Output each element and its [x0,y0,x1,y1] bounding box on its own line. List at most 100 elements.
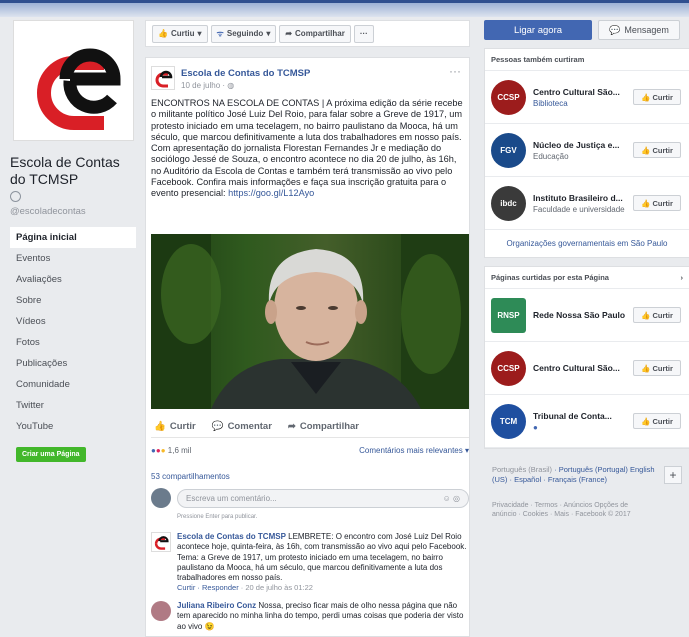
comment-input[interactable]: Escreva um comentário... ☺ ◎ [177,488,469,508]
thumbs-up-icon: 👍 [641,198,651,208]
create-page-button[interactable]: Criar uma Página [16,447,86,462]
post-date: 10 de julho · ◍ [181,81,310,90]
avatar[interactable] [151,601,171,621]
right-column: Ligar agora 💬 Mensagem Pessoas também cur… [484,20,689,519]
nav-item-community[interactable]: Comunidade [10,374,136,395]
nav-item-about[interactable]: Sobre [10,290,136,311]
post-options-icon[interactable]: ··· [449,64,461,78]
comment-author[interactable]: Juliana Ribeiro Conz [177,601,256,610]
page-name[interactable]: Centro Cultural São... [533,87,629,97]
footer-links[interactable]: Privacidade · Termos · Anúncios Opções d… [484,501,634,519]
like-page-button[interactable]: 👍 Curtir [633,307,681,323]
following-label: Seguindo [226,29,264,38]
post-paragraph-1: ENCONTROS NA ESCOLA DE CONTAS | A próxim… [151,98,463,142]
thumbs-up-icon: 👍 [641,145,651,155]
rss-icon: ᯤ [216,29,224,38]
page-nav: Página inicial Eventos Avaliações Sobre … [10,227,136,437]
like-page-button[interactable]: 👍 Curtir [633,142,681,158]
nav-item-home[interactable]: Página inicial [10,227,136,248]
page-logo[interactable]: ibdc [491,185,526,221]
like-label: Curtir [652,363,673,373]
comment-text: Juliana Ribeiro Conz Nossa, preciso fica… [177,601,469,632]
like-page-button[interactable]: 👍 Curtir [633,413,681,429]
nav-item-photos[interactable]: Fotos [10,332,136,353]
avatar[interactable] [151,532,171,552]
comment-item: Escola de Contas do TCMSP LEMBRETE: O en… [151,532,469,594]
share-button[interactable]: ➦ Compartilhar [288,421,359,432]
page-logo[interactable]: CCSP [491,350,526,386]
pages-liked-title: Páginas curtidas por esta Página [491,273,609,282]
page-name[interactable]: Tribunal de Conta... [533,411,629,421]
call-now-button[interactable]: Ligar agora [484,20,592,40]
page-name[interactable]: Instituto Brasileiro d... [533,193,629,203]
nav-item-videos[interactable]: Vídeos [10,311,136,332]
like-page-button[interactable]: 👍 Curtir [633,195,681,211]
share-arrow-icon: ➦ [287,421,296,432]
add-language-button[interactable]: + [664,466,682,484]
wow-icon: ● [160,446,166,455]
emoji-icon[interactable]: ☺ ◎ [443,494,460,503]
message-label: Mensagem [624,25,669,35]
gov-orgs-link[interactable]: Organizações governamentais em São Paulo [485,230,689,257]
reactions-count[interactable]: ●●● 1,6 mil [151,446,191,455]
share-label: Compartilhar [299,421,359,432]
pages-liked-by-page: Páginas curtidas por esta Página › RNSP R… [484,266,689,449]
list-item: CCSP Centro Cultural São... 👍 Curtir [485,342,689,395]
messenger-icon: 💬 [609,24,621,35]
comment-author[interactable]: Escola de Contas do TCMSP [177,532,286,541]
like-page-button[interactable]: 👍 Curtir [633,89,681,105]
page-logo[interactable]: RNSP [491,297,526,333]
page-title: Escola de Contas do TCMSP [10,154,120,187]
share-page-button[interactable]: ➦ Compartilhar [279,24,351,43]
post-card: Escola de Contas do TCMSP 10 de julho · … [145,57,470,637]
like-button[interactable]: 👍 Curtir [154,421,196,432]
chevron-right-icon[interactable]: › [681,273,684,282]
page-logo[interactable]: TCM [491,403,526,439]
post-header: Escola de Contas do TCMSP 10 de julho · … [151,66,310,90]
nav-item-reviews[interactable]: Avaliações [10,269,136,290]
page-name[interactable]: Centro Cultural São... [533,363,629,373]
like-label: Curtir [169,421,196,432]
post-author-avatar[interactable] [151,66,175,90]
page-name[interactable]: Núcleo de Justiça e... [533,140,629,150]
more-button[interactable]: ··· [353,24,374,43]
logo-icon [37,48,121,130]
message-button[interactable]: 💬 Mensagem [598,20,680,40]
thumbs-up-icon: 👍 [641,416,651,426]
liked-button[interactable]: 👍 Curtiu ▾ [152,24,208,43]
shares-count[interactable]: 53 compartilhamentos [151,472,230,481]
comment-button[interactable]: 💬 Comentar [212,421,272,432]
verified-badge-icon: ● [533,422,538,432]
nav-item-twitter[interactable]: Twitter [10,395,136,416]
like-label: Curtir [652,92,673,102]
language-selector: Português (Brasil) · Português (Portugal… [484,465,656,485]
nav-item-youtube[interactable]: YouTube [10,416,136,437]
post-author[interactable]: Escola de Contas do TCMSP [181,68,310,79]
comment-text: Escola de Contas do TCMSP LEMBRETE: O en… [177,532,469,594]
like-page-button[interactable]: 👍 Curtir [633,360,681,376]
like-label: Curtir [652,416,673,426]
following-button[interactable]: ᯤ Seguindo ▾ [210,24,277,43]
list-item: ibdc Instituto Brasileiro d... Faculdade … [485,177,689,230]
nav-item-events[interactable]: Eventos [10,248,136,269]
thumbs-up-icon: 👍 [641,310,651,320]
page-action-bar: 👍 Curtiu ▾ ᯤ Seguindo ▾ ➦ Compartilhar ··· [145,20,470,47]
page-avatar[interactable] [13,20,134,141]
page-logo[interactable]: CCSP [491,79,526,115]
nav-item-posts[interactable]: Publicações [10,353,136,374]
list-item: CCSP Centro Cultural São... Biblioteca 👍 C… [485,71,689,124]
list-item: RNSP Rede Nossa São Paulo 👍 Curtir [485,289,689,342]
left-column: Escola de Contas do TCMSP @escoladeconta… [10,20,136,462]
relevant-comments-dropdown[interactable]: Comentários mais relevantes ▾ [359,446,469,455]
thumbs-up-icon: 👍 [154,421,166,432]
post-photo[interactable] [151,234,469,409]
page-logo[interactable]: FGV [491,132,526,168]
comment-item: Juliana Ribeiro Conz Nossa, preciso fica… [151,601,469,632]
reactions-bar: ●●● 1,6 mil Comentários mais relevantes … [151,446,469,455]
post-link[interactable]: https://goo.gl/L12Ayo [228,188,314,198]
comment-placeholder: Escreva um comentário... [186,493,277,503]
thumbs-up-icon: 👍 [641,92,651,102]
page-name[interactable]: Rede Nossa São Paulo [533,310,629,320]
comment-actions[interactable]: Curtir · Responder [177,583,239,592]
avatar [151,488,171,508]
